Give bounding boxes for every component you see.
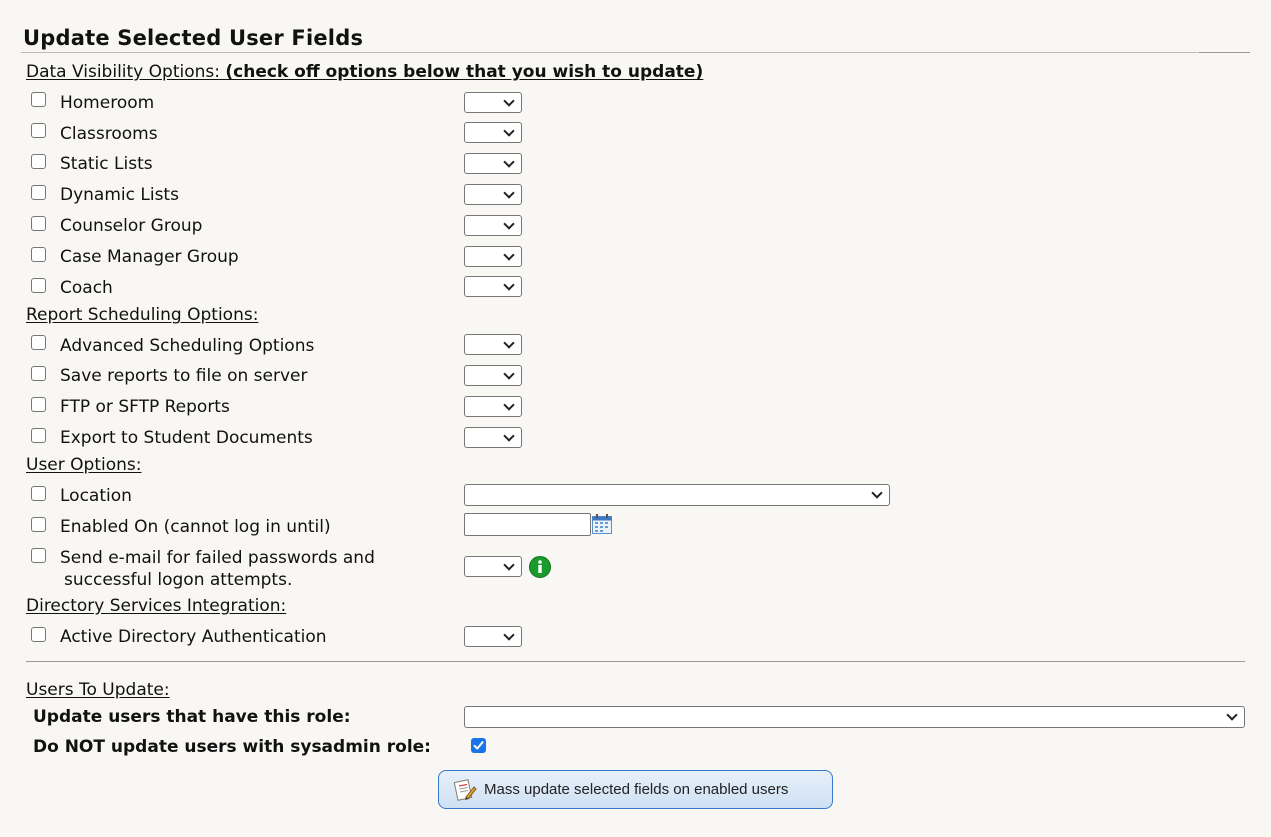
active-directory-label: Active Directory Authentication [60,627,327,647]
save-reports-label: Save reports to file on server [60,366,308,386]
edit-document-icon [453,779,477,801]
chevron-down-icon [503,399,515,411]
dynamic-lists-checkbox[interactable] [31,185,46,200]
chevron-down-icon [503,187,515,199]
chevron-down-icon [503,279,515,291]
option-row-send-email: Send e-mail for failed passwords and suc… [0,547,1271,593]
case-manager-group-label: Case Manager Group [60,247,239,267]
info-icon[interactable] [529,556,551,578]
static-lists-label: Static Lists [60,154,153,174]
static-lists-select[interactable] [464,153,522,174]
case-manager-group-select[interactable] [464,246,522,267]
chevron-down-icon [503,125,515,137]
option-row-active-directory: Active Directory Authentication [0,626,1271,654]
export-student-docs-select[interactable] [464,427,522,448]
chevron-down-icon [503,337,515,349]
chevron-down-icon [503,629,515,641]
send-email-label-line2: successful logon attempts. [64,570,293,590]
enabled-on-label: Enabled On (cannot log in until) [60,517,331,537]
case-manager-group-checkbox[interactable] [31,247,46,262]
ftp-reports-checkbox[interactable] [31,397,46,412]
section-report-scheduling: Report Scheduling Options: [26,305,259,325]
option-row-homeroom: Homeroom [0,92,1271,120]
checkmark-icon [473,741,484,750]
homeroom-checkbox[interactable] [31,92,46,107]
option-row-classrooms: Classrooms [0,122,1271,150]
coach-select[interactable] [464,276,522,297]
dynamic-lists-select[interactable] [464,184,522,205]
save-reports-checkbox[interactable] [31,366,46,381]
ftp-reports-label: FTP or SFTP Reports [60,397,230,417]
counselor-group-select[interactable] [464,215,522,236]
coach-checkbox[interactable] [31,278,46,293]
advanced-scheduling-checkbox[interactable] [31,335,46,350]
chevron-down-icon [503,156,515,168]
role-label: Update users that have this role: [33,707,351,727]
classrooms-select[interactable] [464,122,522,143]
chevron-down-icon [503,218,515,230]
chevron-down-icon [503,559,515,571]
section-data-visibility-note: (check off options below that you wish t… [225,62,704,82]
option-row-counselor-group: Counselor Group [0,215,1271,243]
coach-label: Coach [60,278,113,298]
option-row-static-lists: Static Lists [0,153,1271,181]
sysadmin-checkbox[interactable] [471,738,486,753]
mass-update-button-label: Mass update selected fields on enabled u… [484,781,789,798]
mass-update-button[interactable]: Mass update selected fields on enabled u… [438,770,833,809]
page-title: Update Selected User Fields [23,26,364,50]
static-lists-checkbox[interactable] [31,154,46,169]
option-row-dynamic-lists: Dynamic Lists [0,184,1271,212]
counselor-group-label: Counselor Group [60,216,203,236]
option-row-enabled-on: Enabled On (cannot log in until) [0,515,1271,543]
export-student-docs-label: Export to Student Documents [60,428,313,448]
chevron-down-icon [503,430,515,442]
export-student-docs-checkbox[interactable] [31,428,46,443]
section-divider [26,661,1245,662]
chevron-down-icon [503,368,515,380]
send-email-checkbox[interactable] [31,548,46,563]
advanced-scheduling-select[interactable] [464,334,522,355]
active-directory-select[interactable] [464,626,522,647]
calendar-icon[interactable] [592,514,612,534]
title-divider-end [1198,52,1250,53]
classrooms-label: Classrooms [60,124,158,144]
chevron-down-icon [503,95,515,107]
enabled-on-date-input[interactable] [464,513,591,536]
active-directory-checkbox[interactable] [31,627,46,642]
section-directory-services: Directory Services Integration: [26,596,287,616]
send-email-select[interactable] [464,556,522,577]
enabled-on-checkbox[interactable] [31,517,46,532]
option-row-case-manager-group: Case Manager Group [0,246,1271,274]
section-users-to-update: Users To Update: [26,680,170,700]
option-row-ftp-reports: FTP or SFTP Reports [0,396,1271,424]
option-row-coach: Coach [0,276,1271,304]
location-select[interactable] [464,484,890,506]
dynamic-lists-label: Dynamic Lists [60,185,179,205]
title-divider [21,52,1197,53]
option-row-export-student-docs: Export to Student Documents [0,427,1271,455]
option-row-location: Location [0,484,1271,512]
chevron-down-icon [871,487,883,499]
counselor-group-checkbox[interactable] [31,216,46,231]
homeroom-label: Homeroom [60,93,155,113]
send-email-label-line1: Send e-mail for failed passwords and [60,548,375,568]
section-data-visibility-label: Data Visibility Options: [26,62,220,82]
chevron-down-icon [1226,709,1238,721]
save-reports-select[interactable] [464,365,522,386]
role-select[interactable] [464,706,1245,728]
sysadmin-label: Do NOT update users with sysadmin role: [33,737,431,757]
section-data-visibility: Data Visibility Options: (check off opti… [26,62,703,82]
ftp-reports-select[interactable] [464,396,522,417]
location-checkbox[interactable] [31,486,46,501]
option-row-advanced-scheduling: Advanced Scheduling Options [0,334,1271,362]
section-user-options: User Options: [26,455,142,475]
option-row-save-reports: Save reports to file on server [0,365,1271,393]
advanced-scheduling-label: Advanced Scheduling Options [60,336,315,356]
location-label: Location [60,486,132,506]
homeroom-select[interactable] [464,92,522,113]
chevron-down-icon [503,249,515,261]
classrooms-checkbox[interactable] [31,123,46,138]
